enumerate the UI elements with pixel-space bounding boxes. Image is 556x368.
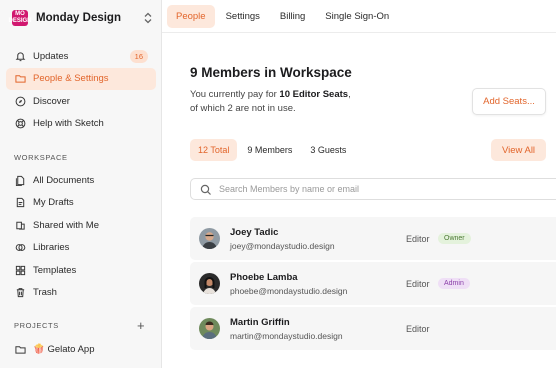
settings-tabs: People Settings Billing Single Sign-On: [167, 5, 400, 28]
workspace-section-label: WORKSPACE: [14, 153, 68, 162]
primary-nav: Updates 16 People & Settings Discover He…: [6, 45, 156, 135]
workspace-nav: All Documents My Drafts Shared with Me L…: [6, 169, 156, 304]
sidebar-item-label: 🍿 Gelato App: [33, 343, 95, 355]
seats-summary: You currently pay for 10 Editor Seats, o…: [190, 88, 390, 116]
sidebar-item-libraries[interactable]: Libraries: [6, 237, 156, 259]
seats-count: 10 Editor Seats: [279, 89, 349, 100]
members-list: Joey Tadic joey@mondaystudio.design Edit…: [190, 217, 556, 352]
sidebar-item-trash[interactable]: Trash: [6, 282, 156, 304]
avatar: [199, 318, 220, 339]
drafts-icon: [14, 197, 26, 209]
chevron-up-down-icon: [144, 12, 152, 24]
sidebar-item-all-documents[interactable]: All Documents: [6, 169, 156, 191]
filter-members[interactable]: 9 Members: [239, 139, 300, 161]
sidebar-item-label: People & Settings: [33, 73, 109, 84]
member-row[interactable]: Phoebe Lamba phoebe@mondaystudio.design …: [190, 262, 556, 305]
workspace-name: Monday Design: [36, 12, 121, 24]
sidebar-item-templates[interactable]: Templates: [6, 259, 156, 281]
sidebar-item-discover[interactable]: Discover: [6, 90, 156, 112]
seats-summary-punct: ,: [348, 89, 351, 100]
search-input[interactable]: [219, 184, 519, 194]
shared-icon: [14, 219, 26, 231]
sidebar-item-label: Discover: [33, 95, 70, 107]
sidebar-item-project-gelato-app[interactable]: 🍿 Gelato App: [6, 338, 156, 360]
lifebuoy-icon: [14, 118, 26, 130]
sidebar-item-people-settings[interactable]: People & Settings: [6, 67, 156, 90]
tab-billing[interactable]: Billing: [271, 5, 314, 28]
sidebar: MO DESIGN Monday Design Updates 16 People…: [0, 0, 162, 368]
sidebar-item-label: My Drafts: [33, 197, 74, 208]
sidebar-item-label: All Documents: [33, 174, 95, 186]
member-name: Phoebe Lamba: [230, 272, 298, 283]
filter-guests[interactable]: 3 Guests: [302, 139, 354, 161]
member-name: Martin Griffin: [230, 317, 290, 328]
add-project-plus-icon[interactable]: +: [137, 318, 145, 333]
seats-summary-text: You currently pay for: [190, 89, 280, 100]
page-title: 9 Members in Workspace: [190, 65, 352, 80]
sidebar-item-label: Libraries: [33, 242, 70, 253]
admin-badge: Admin: [438, 278, 470, 289]
member-role[interactable]: Editor: [406, 279, 430, 289]
sidebar-item-help[interactable]: Help with Sketch: [6, 113, 156, 135]
libraries-icon: [14, 242, 26, 254]
member-row[interactable]: Joey Tadic joey@mondaystudio.design Edit…: [190, 217, 556, 260]
member-filters: 12 Total 9 Members 3 Guests: [190, 139, 356, 161]
filter-total[interactable]: 12 Total: [190, 139, 238, 161]
member-role[interactable]: Editor: [406, 234, 430, 244]
add-seats-button[interactable]: Add Seats...: [472, 88, 546, 115]
avatar: [199, 273, 220, 294]
workspace-logo: MO DESIGN: [8, 10, 32, 26]
member-row[interactable]: Martin Griffin martin@mondaystudio.desig…: [190, 307, 556, 350]
member-name: Joey Tadic: [230, 227, 279, 238]
member-email: martin@mondaystudio.design: [230, 331, 343, 341]
folder-icon: [14, 343, 26, 355]
documents-icon: [14, 174, 26, 186]
member-search: [190, 178, 556, 200]
owner-badge: Owner: [438, 233, 471, 244]
view-all-button[interactable]: View All: [491, 139, 546, 161]
workspace-switcher[interactable]: MO DESIGN Monday Design: [8, 8, 152, 28]
header-divider: [162, 32, 556, 33]
updates-count-badge: 16: [129, 49, 148, 63]
trash-icon: [14, 287, 26, 299]
sidebar-item-label: Trash: [33, 287, 57, 298]
sidebar-item-label: Templates: [33, 264, 77, 276]
tab-single-sign-on[interactable]: Single Sign-On: [316, 5, 398, 28]
projects-nav: 🍿 Gelato App: [6, 338, 156, 361]
compass-icon: [14, 95, 26, 107]
tab-people[interactable]: People: [167, 5, 215, 28]
search-icon: [200, 183, 212, 195]
member-email: phoebe@mondaystudio.design: [230, 286, 348, 296]
tab-settings[interactable]: Settings: [217, 5, 269, 28]
projects-section-label: PROJECTS: [14, 321, 59, 330]
member-role[interactable]: Editor: [406, 324, 430, 334]
sidebar-item-my-drafts[interactable]: My Drafts: [6, 192, 156, 214]
sidebar-item-label: Shared with Me: [33, 219, 100, 231]
sidebar-item-label: Help with Sketch: [33, 118, 104, 129]
bell-icon: [14, 50, 26, 62]
sidebar-item-shared-with-me[interactable]: Shared with Me: [6, 214, 156, 236]
avatar: [199, 228, 220, 249]
sidebar-item-label: Updates: [33, 50, 69, 62]
member-email: joey@mondaystudio.design: [230, 241, 335, 251]
seats-unused-text: of which 2 are not in use.: [190, 103, 296, 114]
folder-icon: [14, 73, 26, 85]
sidebar-item-updates[interactable]: Updates 16: [6, 45, 156, 67]
templates-icon: [14, 264, 26, 276]
